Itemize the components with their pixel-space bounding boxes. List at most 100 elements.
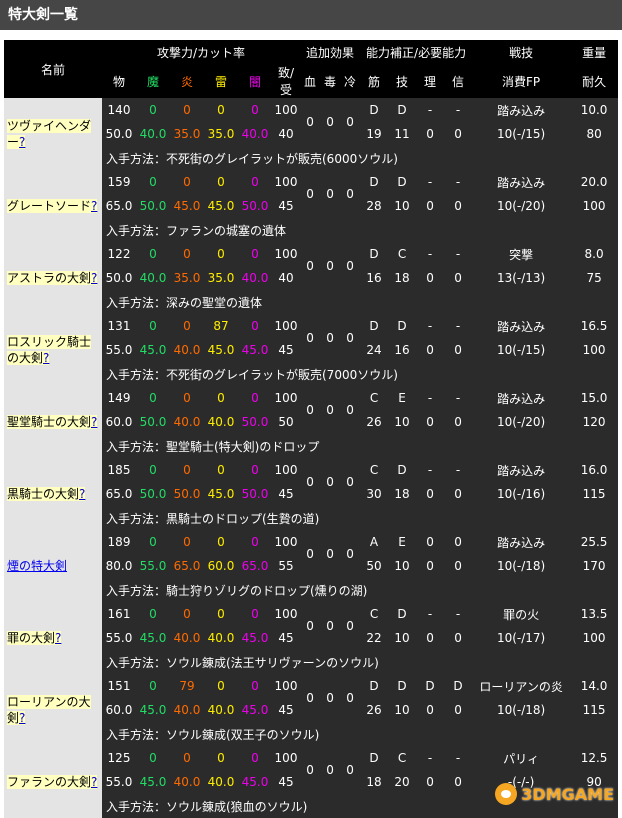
header-effect: 追加効果 xyxy=(300,40,360,64)
str-requirement: 18 xyxy=(360,770,388,794)
fth-scaling: - xyxy=(444,602,472,626)
fth-scaling: - xyxy=(444,98,472,122)
weight-value: 10.0 xyxy=(570,98,618,122)
weapon-name-cell: ファランの大剣? xyxy=(4,746,102,818)
header-frost: 冷 xyxy=(340,64,360,98)
help-link[interactable]: ? xyxy=(79,487,85,501)
header-weight: 重量 xyxy=(570,40,618,64)
critical-value: 100 xyxy=(272,170,300,194)
fire-value: 79 xyxy=(170,674,204,698)
lightning-value: 0 xyxy=(204,458,238,482)
weight-value: 14.0 xyxy=(570,674,618,698)
physical-value: 189 xyxy=(102,530,136,554)
str-requirement: 28 xyxy=(360,194,388,218)
durability-value: 115 xyxy=(570,698,618,722)
fp-cost: 10(-/15) xyxy=(472,338,570,362)
fth-requirement: 0 xyxy=(444,554,472,578)
dark-value: 0 xyxy=(238,458,272,482)
str-scaling: C xyxy=(360,458,388,482)
weight-value: 13.5 xyxy=(570,602,618,626)
dark-cut-value: 50.0 xyxy=(238,482,272,506)
help-link[interactable]: ? xyxy=(91,775,97,789)
physical-value: 151 xyxy=(102,674,136,698)
frost-value: 0 xyxy=(340,98,360,146)
physical-value: 122 xyxy=(102,242,136,266)
header-skill: 戦技 xyxy=(472,40,570,64)
magic-value: 0 xyxy=(136,458,170,482)
int-requirement: 0 xyxy=(416,338,444,362)
help-link[interactable]: ? xyxy=(91,415,97,429)
physical-value: 161 xyxy=(102,602,136,626)
int-scaling: - xyxy=(416,98,444,122)
table-row: グレートソード?1590000100000DD--踏み込み20.0 xyxy=(4,170,618,194)
header-magic: 魔 xyxy=(136,64,170,98)
frost-value: 0 xyxy=(340,746,360,794)
help-link[interactable]: ? xyxy=(91,199,97,213)
help-link[interactable]: ? xyxy=(43,351,49,365)
fp-cost: 10(-/18) xyxy=(472,554,570,578)
dark-value: 0 xyxy=(238,386,272,410)
durability-value: 100 xyxy=(570,626,618,650)
help-link[interactable]: ? xyxy=(19,135,25,149)
weapon-name-link[interactable]: 煙の特大剣 xyxy=(7,559,67,573)
str-scaling: D xyxy=(360,170,388,194)
fth-scaling: D xyxy=(444,674,472,698)
fire-value: 0 xyxy=(170,314,204,338)
help-link[interactable]: ? xyxy=(19,711,25,725)
durability-value: 170 xyxy=(570,554,618,578)
weapon-table: 名前 攻撃力/カット率 追加効果 能力補正/必要能力 戦技 重量 物 魔 炎 雷… xyxy=(4,40,618,818)
table-row: 聖堂騎士の大剣?1490000100000CE--踏み込み15.0 xyxy=(4,386,618,410)
weapon-name-cell: 黒騎士の大剣? xyxy=(4,458,102,530)
magic-cut-value: 40.0 xyxy=(136,266,170,290)
dex-requirement: 20 xyxy=(388,770,416,794)
skill-name: 踏み込み xyxy=(472,314,570,338)
str-requirement: 19 xyxy=(360,122,388,146)
int-requirement: 0 xyxy=(416,698,444,722)
str-requirement: 16 xyxy=(360,266,388,290)
poison-value: 0 xyxy=(320,746,340,794)
lightning-value: 0 xyxy=(204,746,238,770)
help-link[interactable]: ? xyxy=(91,271,97,285)
str-scaling: D xyxy=(360,314,388,338)
physical-cut-value: 50.0 xyxy=(102,266,136,290)
table-row: ツヴァイヘンダー?1400000100000DD--踏み込み10.0 xyxy=(4,98,618,122)
durability-value: 75 xyxy=(570,266,618,290)
str-requirement: 24 xyxy=(360,338,388,362)
skill-name: 踏み込み xyxy=(472,170,570,194)
poison-value: 0 xyxy=(320,458,340,506)
lightning-cut-value: 45.0 xyxy=(204,482,238,506)
weapon-name-cell: 聖堂騎士の大剣? xyxy=(4,386,102,458)
critical-value: 100 xyxy=(272,746,300,770)
magic-cut-value: 50.0 xyxy=(136,410,170,434)
header-fire: 炎 xyxy=(170,64,204,98)
bleed-value: 0 xyxy=(300,458,320,506)
skill-name: 踏み込み xyxy=(472,458,570,482)
critical-value: 100 xyxy=(272,674,300,698)
guard-value: 45 xyxy=(272,770,300,794)
magic-value: 0 xyxy=(136,530,170,554)
skill-name: 踏み込み xyxy=(472,98,570,122)
lightning-cut-value: 45.0 xyxy=(204,194,238,218)
help-link[interactable]: ? xyxy=(55,631,61,645)
durability-value: 80 xyxy=(570,122,618,146)
dex-requirement: 18 xyxy=(388,266,416,290)
magic-value: 0 xyxy=(136,386,170,410)
lightning-cut-value: 40.0 xyxy=(204,770,238,794)
weapon-name: ファランの大剣 xyxy=(7,775,91,789)
lightning-value: 87 xyxy=(204,314,238,338)
weight-value: 8.0 xyxy=(570,242,618,266)
table-row: 罪の大剣?1610000100000CD--罪の火13.5 xyxy=(4,602,618,626)
guard-value: 40 xyxy=(272,122,300,146)
guard-value: 45 xyxy=(272,194,300,218)
poison-value: 0 xyxy=(320,170,340,218)
weapon-name: 黒騎士の大剣 xyxy=(7,487,79,501)
physical-value: 159 xyxy=(102,170,136,194)
weight-value: 12.5 xyxy=(570,746,618,770)
header-attack: 攻撃力/カット率 xyxy=(102,40,300,64)
fth-requirement: 0 xyxy=(444,626,472,650)
str-scaling: D xyxy=(360,242,388,266)
weight-value: 25.5 xyxy=(570,530,618,554)
physical-cut-value: 60.0 xyxy=(102,410,136,434)
dex-requirement: 10 xyxy=(388,554,416,578)
lightning-value: 0 xyxy=(204,674,238,698)
